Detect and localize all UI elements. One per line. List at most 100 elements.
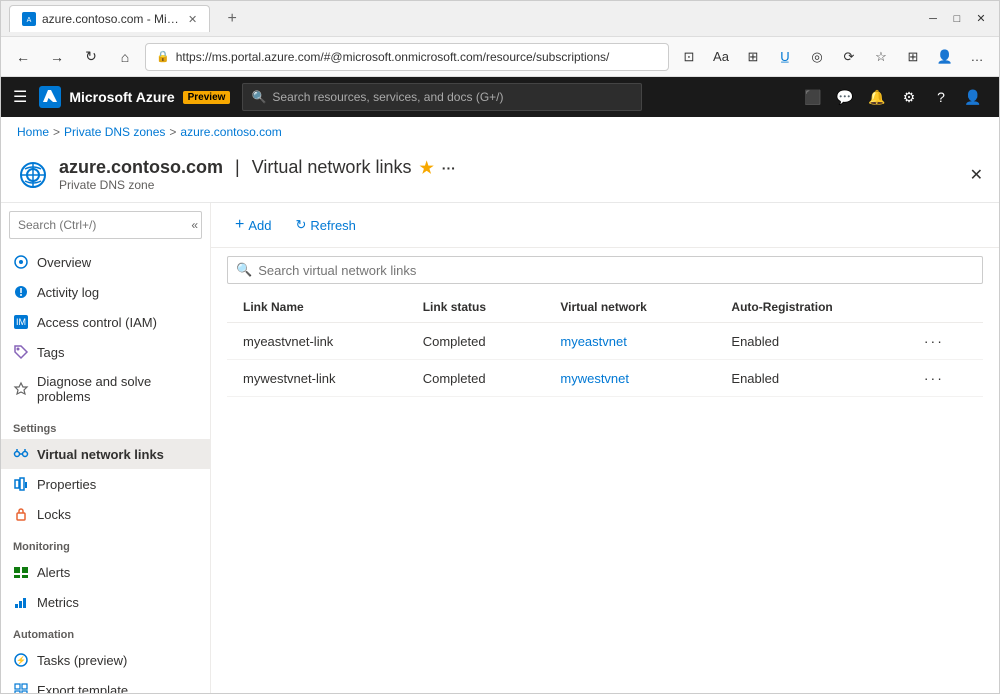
reload-button[interactable]: ↻: [77, 43, 105, 71]
more-options-button[interactable]: ···: [442, 160, 456, 176]
main-panel: + Add ↻ Refresh 🔍: [211, 203, 999, 693]
sidebar-search-wrapper: «: [9, 211, 202, 239]
notifications-icon[interactable]: 🔔: [863, 83, 891, 111]
browser-toolbar: ← → ↻ ⌂ 🔒 https://ms.portal.azure.com/#@…: [1, 37, 999, 77]
sidebar-collapse-button[interactable]: «: [191, 218, 198, 232]
favorite-star[interactable]: ★: [419, 158, 433, 178]
main-content: Home > Private DNS zones > azure.contoso…: [1, 117, 999, 693]
settings-icon[interactable]: ⚙: [895, 83, 923, 111]
cell-link-name: myeastvnet-link: [227, 323, 407, 360]
sidebar-item-locks[interactable]: Locks: [1, 499, 210, 529]
sidebar-item-label: Alerts: [37, 565, 70, 580]
tasks-icon: ⚡: [13, 652, 29, 668]
metrics-icon: [13, 594, 29, 610]
tracking-icon[interactable]: ◎: [803, 43, 831, 71]
col-link-name: Link Name: [227, 292, 407, 323]
maximize-button[interactable]: □: [947, 9, 967, 29]
feedback-icon[interactable]: 💬: [831, 83, 859, 111]
minimize-button[interactable]: ─: [923, 9, 943, 29]
row-action-button-1[interactable]: ···: [924, 370, 944, 386]
settings-icon[interactable]: …: [963, 43, 991, 71]
azure-global-search[interactable]: 🔍 Search resources, services, and docs (…: [242, 83, 642, 111]
sidebar-item-vnet-links[interactable]: Virtual network links: [1, 439, 210, 469]
sidebar-item-tasks[interactable]: ⚡ Tasks (preview): [1, 645, 210, 675]
add-label: Add: [248, 218, 271, 233]
azure-logo: Microsoft Azure Preview: [39, 86, 230, 108]
main-toolbar: + Add ↻ Refresh: [211, 203, 999, 248]
browser-toolbar-icons: ⊡ Aa ⊞ U̲ ◎ ⟳ ☆ ⊞ 👤 …: [675, 43, 991, 71]
azure-topbar-icons: ⬛ 💬 🔔 ⚙ ? 👤: [799, 83, 987, 111]
sidebar-item-label: Overview: [37, 255, 91, 270]
refresh-icon[interactable]: ⟳: [835, 43, 863, 71]
sidebar-item-label: Access control (IAM): [37, 315, 157, 330]
tab-close-button[interactable]: ✕: [188, 13, 197, 26]
close-button[interactable]: ✕: [971, 9, 991, 29]
cell-link-status: Completed: [407, 323, 545, 360]
new-tab-button[interactable]: +: [218, 5, 246, 33]
sidebar-item-metrics[interactable]: Metrics: [1, 587, 210, 617]
vnet-link-0[interactable]: myeastvnet: [560, 334, 626, 349]
translate-icon[interactable]: ⊞: [739, 43, 767, 71]
table-container: Link Name Link status Virtual network Au…: [211, 292, 999, 397]
add-icon: +: [235, 217, 244, 233]
reading-mode-icon[interactable]: Aa: [707, 43, 735, 71]
forward-button[interactable]: →: [43, 43, 71, 71]
sidebar-item-properties[interactable]: Properties: [1, 469, 210, 499]
home-button[interactable]: ⌂: [111, 43, 139, 71]
sidebar-item-alerts[interactable]: Alerts: [1, 557, 210, 587]
breadcrumb-resource[interactable]: azure.contoso.com: [180, 125, 281, 139]
account-icon[interactable]: 👤: [959, 83, 987, 111]
refresh-button[interactable]: ↻ Refresh: [287, 213, 363, 237]
browser-tab[interactable]: A azure.contoso.com - Microsoft A... ✕: [9, 5, 210, 32]
resource-icon: [17, 159, 49, 191]
cell-row-actions: ···: [908, 323, 983, 360]
export-icon: [13, 682, 29, 693]
search-placeholder: Search resources, services, and docs (G+…: [272, 90, 503, 104]
breadcrumb-private-dns[interactable]: Private DNS zones: [64, 125, 165, 139]
sidebar-item-label: Properties: [37, 477, 96, 492]
breadcrumb-home[interactable]: Home: [17, 125, 49, 139]
svg-text:A: A: [27, 17, 32, 24]
refresh-label: Refresh: [310, 218, 356, 233]
add-button[interactable]: + Add: [227, 213, 279, 237]
col-link-status: Link status: [407, 292, 545, 323]
iam-icon: IM: [13, 314, 29, 330]
search-input-wrapper: 🔍: [227, 256, 983, 284]
sidebar-item-tags[interactable]: Tags: [1, 337, 210, 367]
sidebar-search-input[interactable]: [9, 211, 202, 239]
back-button[interactable]: ←: [9, 43, 37, 71]
underline-icon[interactable]: U̲: [771, 43, 799, 71]
tab-favicon: A: [22, 12, 36, 26]
resource-name-row: azure.contoso.com | Virtual network link…: [59, 157, 960, 178]
collections-icon[interactable]: ⊞: [899, 43, 927, 71]
table-header-row: Link Name Link status Virtual network Au…: [227, 292, 983, 323]
cell-link-name: mywestvnet-link: [227, 360, 407, 397]
cell-link-status: Completed: [407, 360, 545, 397]
monitoring-section-header: Monitoring: [1, 529, 210, 557]
overview-icon: [13, 254, 29, 270]
azure-logo-icon: [39, 86, 61, 108]
close-panel-button[interactable]: ✕: [970, 165, 983, 185]
sidebar-item-iam[interactable]: IM Access control (IAM): [1, 307, 210, 337]
vnet-link-1[interactable]: mywestvnet: [560, 371, 629, 386]
cloud-shell-icon[interactable]: ⬛: [799, 83, 827, 111]
svg-text:⚡: ⚡: [16, 655, 26, 665]
vnet-links-table: Link Name Link status Virtual network Au…: [227, 292, 983, 397]
sidebar-item-diagnose[interactable]: Diagnose and solve problems: [1, 367, 210, 411]
row-action-button-0[interactable]: ···: [924, 333, 944, 349]
lock-icon: 🔒: [156, 50, 170, 63]
profile-icon[interactable]: 👤: [931, 43, 959, 71]
sidebar-item-activity-log[interactable]: Activity log: [1, 277, 210, 307]
favorites-icon[interactable]: ☆: [867, 43, 895, 71]
help-icon[interactable]: ?: [927, 83, 955, 111]
hamburger-button[interactable]: ☰: [13, 87, 27, 107]
section-title: Virtual network links: [252, 157, 412, 178]
sidebar-item-overview[interactable]: Overview: [1, 247, 210, 277]
resource-title-area: azure.contoso.com | Virtual network link…: [59, 157, 960, 192]
address-bar[interactable]: 🔒 https://ms.portal.azure.com/#@microsof…: [145, 43, 669, 71]
sidebar-item-export[interactable]: Export template: [1, 675, 210, 693]
vnet-search-input[interactable]: [258, 263, 974, 278]
browser-titlebar: A azure.contoso.com - Microsoft A... ✕ +…: [1, 1, 999, 37]
cast-icon[interactable]: ⊡: [675, 43, 703, 71]
diagnose-icon: [13, 381, 29, 397]
